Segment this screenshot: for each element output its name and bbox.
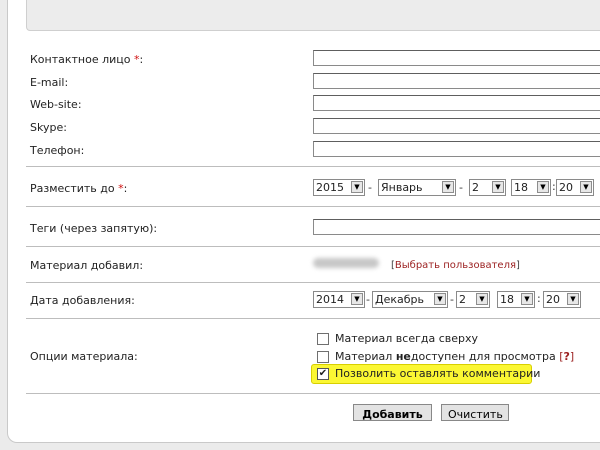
date-added-day-select[interactable]: 2 ▼ [456,291,490,308]
select-value: Декабрь [375,293,424,306]
select-value: 2 [472,181,479,194]
divider [26,393,600,394]
author-name-blurred [313,258,379,268]
unavailable-checkbox[interactable] [317,351,329,363]
tags-input[interactable] [313,219,600,235]
always-top-checkbox[interactable] [317,333,329,345]
date-separator: - [366,293,370,306]
help-link[interactable]: ? [563,350,569,363]
date-separator: - [368,181,372,194]
allow-comments-label: Позволить оставлять комментарии [335,367,541,380]
divider [26,246,600,247]
divider [26,166,600,167]
select-value: Январь [381,181,423,194]
divider [26,282,600,283]
chevron-down-icon[interactable]: ▼ [434,293,446,305]
select-value: 18 [514,181,528,194]
form-header-bar [26,0,600,31]
chevron-down-icon[interactable]: ▼ [476,293,488,305]
website-label: Web-site: [30,98,82,111]
chevron-down-icon[interactable]: ▼ [567,293,579,305]
phone-input[interactable] [313,141,600,157]
place-until-day-select[interactable]: 2 ▼ [469,179,506,196]
divider [26,206,600,207]
contact-label: Контактное лицо *: [30,53,144,66]
add-button[interactable]: Добавить [353,404,432,421]
place-until-hour-select[interactable]: 18 ▼ [511,179,551,196]
chevron-down-icon[interactable]: ▼ [521,293,533,305]
contact-input[interactable] [313,50,600,66]
chevron-down-icon[interactable]: ▼ [580,181,592,193]
select-user-link[interactable]: [Выбрать пользователя] [391,260,520,271]
clear-button[interactable]: Очистить [441,404,509,421]
allow-comments-checkbox[interactable]: ✔ [317,368,329,380]
place-until-label: Разместить до *: [30,182,128,195]
email-input[interactable] [313,73,600,89]
select-value: 18 [500,293,514,306]
date-added-label: Дата добавления: [30,294,135,307]
checkmark-icon: ✔ [318,368,328,379]
phone-label: Телефон: [30,144,85,157]
select-value: 2 [459,293,466,306]
tags-label: Теги (через запятую): [30,222,158,235]
date-separator: - [459,181,463,194]
place-until-minute-select[interactable]: 20 ▼ [556,179,594,196]
chevron-down-icon[interactable]: ▼ [492,181,504,193]
added-by-label: Материал добавил: [30,259,144,272]
select-value: 20 [546,293,560,306]
place-until-month-select[interactable]: Январь ▼ [378,179,456,196]
chevron-down-icon[interactable]: ▼ [351,293,363,305]
chevron-down-icon[interactable]: ▼ [442,181,454,193]
select-value: 2015 [316,181,344,194]
skype-label: Skype: [30,121,67,134]
divider [26,318,600,319]
skype-input[interactable] [313,118,600,134]
select-value: 20 [559,181,573,194]
select-value: 2014 [316,293,344,306]
date-added-month-select[interactable]: Декабрь ▼ [372,291,448,308]
options-label: Опции материала: [30,350,138,363]
date-added-minute-select[interactable]: 20 ▼ [543,291,581,308]
time-separator: : [537,292,541,305]
chevron-down-icon[interactable]: ▼ [537,181,549,193]
date-added-year-select[interactable]: 2014 ▼ [313,291,365,308]
date-added-hour-select[interactable]: 18 ▼ [497,291,535,308]
email-label: E-mail: [30,76,69,89]
place-until-year-select[interactable]: 2015 ▼ [313,179,365,196]
unavailable-label: Материал недоступен для просмотра [?] [335,350,575,363]
always-top-label: Материал всегда сверху [335,332,479,345]
date-separator: - [450,293,454,306]
chevron-down-icon[interactable]: ▼ [351,181,363,193]
website-input[interactable] [313,95,600,111]
